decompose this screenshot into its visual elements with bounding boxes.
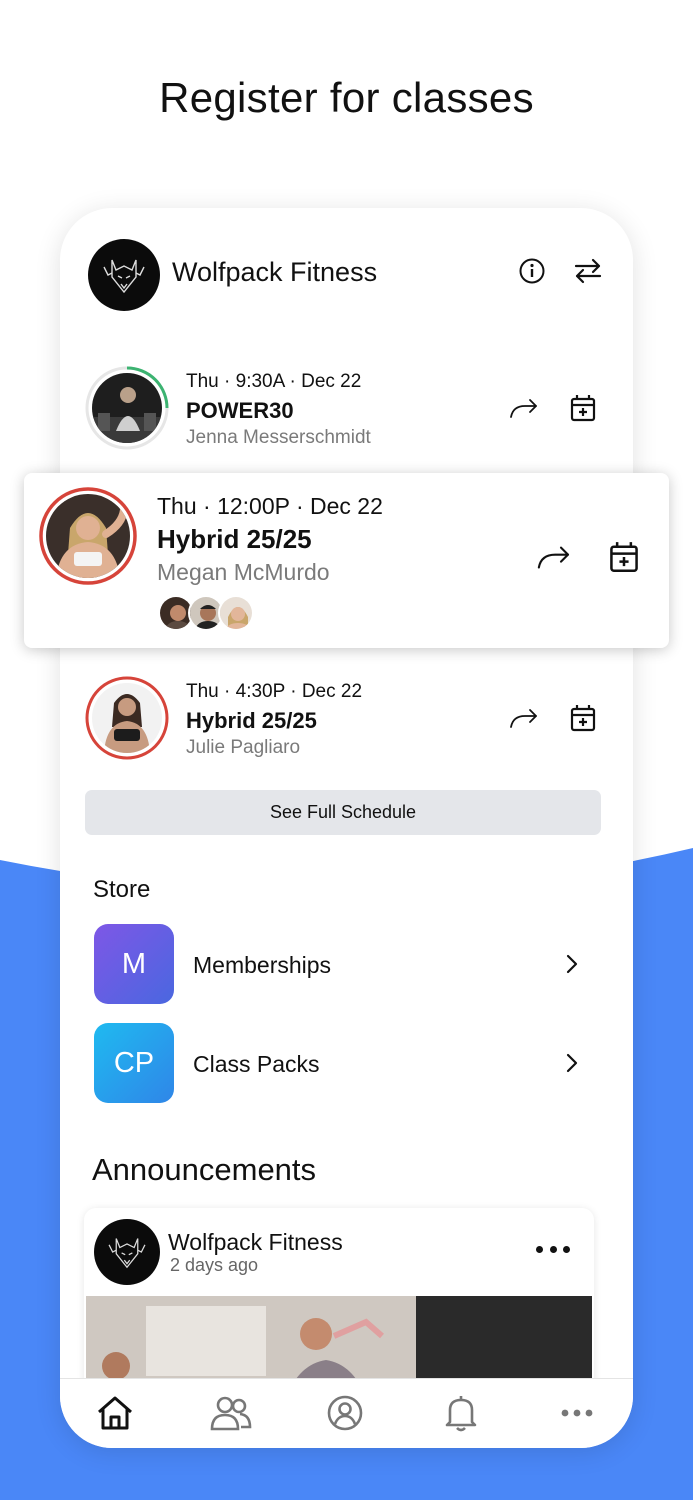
post-author: Wolfpack Fitness bbox=[168, 1229, 343, 1255]
share-icon[interactable] bbox=[507, 391, 541, 425]
class-name: POWER30 bbox=[186, 398, 294, 423]
class-packs-tile: CP bbox=[94, 1023, 174, 1103]
info-icon[interactable] bbox=[516, 255, 548, 287]
add-to-calendar-icon[interactable] bbox=[566, 391, 600, 425]
store-title: Store bbox=[93, 876, 151, 903]
class-time: Thu · 9:30A · Dec 22 bbox=[186, 371, 362, 392]
community-icon[interactable] bbox=[209, 1393, 253, 1433]
coach-avatar bbox=[92, 683, 162, 753]
coach-name: Jenna Messerschmidt bbox=[186, 427, 371, 448]
coach-name: Megan McMurdo bbox=[157, 559, 330, 585]
gym-header: Wolfpack Fitness bbox=[88, 239, 608, 311]
tab-bar bbox=[60, 1378, 633, 1448]
class-row[interactable]: Thu · 9:30A · Dec 22 POWER30 Jenna Messe… bbox=[84, 365, 596, 455]
attendee-avatars[interactable] bbox=[158, 595, 268, 633]
class-time: Thu · 12:00P · Dec 22 bbox=[157, 493, 383, 519]
announcements-title: Announcements bbox=[92, 1152, 317, 1187]
post-author-avatar bbox=[94, 1219, 160, 1285]
store-item-label: Memberships bbox=[193, 952, 332, 978]
class-row[interactable]: Thu · 4:30P · Dec 22 Hybrid 25/25 Julie … bbox=[84, 675, 596, 765]
more-icon[interactable] bbox=[555, 1393, 599, 1433]
add-to-calendar-icon[interactable] bbox=[566, 701, 600, 735]
wolf-logo-icon bbox=[108, 1238, 146, 1269]
gym-name: Wolfpack Fitness bbox=[172, 257, 378, 287]
notifications-icon[interactable] bbox=[439, 1393, 483, 1433]
store-item-label: Class Packs bbox=[193, 1051, 320, 1077]
featured-class-card[interactable]: Thu · 12:00P · Dec 22 Hybrid 25/25 Megan… bbox=[24, 473, 669, 648]
more-options-icon[interactable] bbox=[536, 1242, 570, 1256]
switch-arrows-icon[interactable] bbox=[572, 255, 604, 287]
memberships-tile: M bbox=[94, 924, 174, 1004]
chevron-right-icon bbox=[566, 1053, 578, 1073]
page-headline: Register for classes bbox=[159, 74, 534, 121]
profile-icon[interactable] bbox=[323, 1393, 367, 1433]
phone-frame: Wolfpack Fitness Thu · 9:30A · Dec 22 PO… bbox=[60, 208, 633, 1448]
share-icon[interactable] bbox=[507, 701, 541, 735]
gym-logo[interactable] bbox=[88, 239, 160, 311]
class-time: Thu · 4:30P · Dec 22 bbox=[186, 681, 363, 702]
post-time: 2 days ago bbox=[170, 1255, 259, 1275]
see-full-schedule-button[interactable]: See Full Schedule bbox=[85, 790, 601, 835]
chevron-right-icon bbox=[566, 954, 578, 974]
wolf-logo-icon bbox=[103, 259, 145, 294]
store-item-class-packs[interactable]: CP Class Packs bbox=[94, 1023, 584, 1103]
class-name: Hybrid 25/25 bbox=[186, 708, 317, 733]
share-icon[interactable] bbox=[534, 537, 574, 577]
coach-name: Julie Pagliaro bbox=[186, 737, 301, 758]
coach-avatar bbox=[46, 494, 130, 578]
attendee-avatar bbox=[218, 595, 254, 631]
coach-avatar bbox=[92, 373, 162, 443]
class-name: Hybrid 25/25 bbox=[157, 524, 312, 554]
store-item-memberships[interactable]: M Memberships bbox=[94, 924, 584, 1004]
add-to-calendar-icon[interactable] bbox=[604, 537, 644, 577]
home-icon[interactable] bbox=[93, 1393, 137, 1433]
